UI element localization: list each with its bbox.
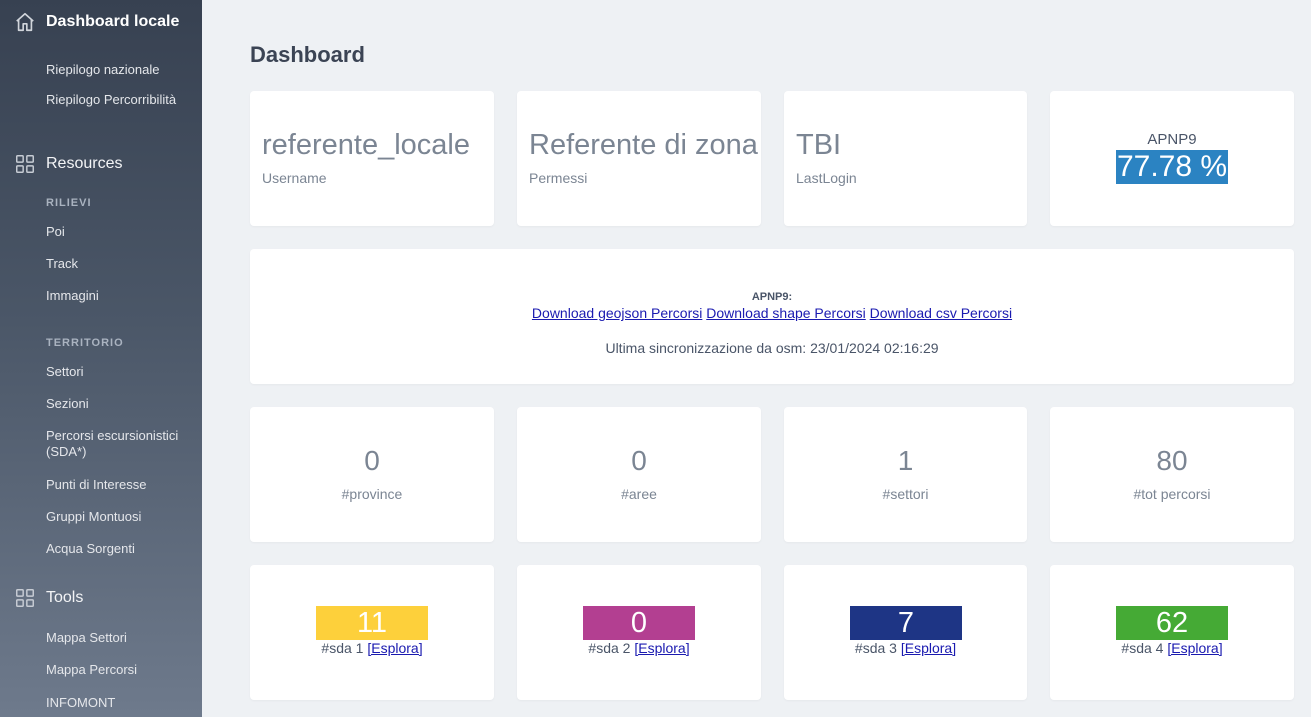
sda-2-esplora-link[interactable]: [Esplora] [634, 640, 689, 656]
nav-resources[interactable]: Resources [0, 150, 202, 178]
nav-tools[interactable]: Tools [0, 584, 202, 612]
permessi-card: Referente di zona Permessi [517, 91, 761, 226]
nav-item-track[interactable]: Track [46, 256, 196, 272]
nav-resources-label: Resources [46, 155, 123, 172]
apnp-percent-badge: 77.78 % [1115, 150, 1229, 184]
nav-item-acqua-sorgenti[interactable]: Acqua Sorgenti [46, 541, 196, 557]
downloads-links: Download geojson Percorsi Download shape… [250, 305, 1294, 321]
sda-card-2: 0 #sda 2 [Esplora] [517, 565, 761, 700]
nav-item-immagini[interactable]: Immagini [46, 288, 196, 304]
nav-item-mappa-settori[interactable]: Mappa Settori [46, 630, 196, 646]
sda-4-esplora-link[interactable]: [Esplora] [1167, 640, 1222, 656]
section-rilievi: RILIEVI [46, 197, 92, 209]
stat-aree-value: 0 [631, 445, 647, 476]
nav-dashboard-locale-label: Dashboard locale [46, 13, 180, 30]
sda-4-label: #sda 4 [1121, 640, 1164, 656]
username-label: Username [262, 170, 327, 186]
sda-3-value: 7 [850, 606, 962, 640]
sda-3-label-row: #sda 3 [Esplora] [784, 640, 1027, 656]
stat-settori-label: #settori [882, 486, 929, 502]
nav-item-mappa-percorsi[interactable]: Mappa Percorsi [46, 662, 196, 678]
sda-1-esplora-link[interactable]: [Esplora] [367, 640, 422, 656]
stat-card-aree: 0 #aree [517, 407, 761, 542]
grid-icon [16, 589, 34, 607]
sda-2-label: #sda 2 [588, 640, 631, 656]
stat-card-province: 0 #province [250, 407, 494, 542]
sda-2-value: 0 [583, 606, 695, 640]
sda-1-label-row: #sda 1 [Esplora] [250, 640, 494, 656]
sidebar: Dashboard locale Riepilogo nazionale Rie… [0, 0, 202, 717]
sda-2-label-row: #sda 2 [Esplora] [517, 640, 761, 656]
home-icon [16, 12, 34, 32]
sda-card-3: 7 #sda 3 [Esplora] [784, 565, 1027, 700]
permessi-label: Permessi [529, 170, 588, 186]
nav-item-punti-di-interesse[interactable]: Punti di Interesse [46, 477, 196, 493]
last-sync-text: Ultima sincronizzazione da osm: 23/01/20… [605, 340, 939, 356]
section-territorio: TERRITORIO [46, 337, 124, 349]
sda-card-1: 11 #sda 1 [Esplora] [250, 565, 494, 700]
download-geojson-link[interactable]: Download geojson Percorsi [532, 305, 702, 321]
nav-tools-label: Tools [46, 589, 84, 606]
download-shape-link[interactable]: Download shape Percorsi [706, 305, 866, 321]
username-value: referente_locale [262, 129, 470, 161]
sda-1-value: 11 [316, 606, 428, 640]
nav-item-poi[interactable]: Poi [46, 224, 196, 240]
stat-province-label: #province [341, 486, 403, 502]
nav-item-settori[interactable]: Settori [46, 364, 196, 380]
nav-item-percorsi-escursionistici[interactable]: Percorsi escursionistici (SDA*) [46, 428, 196, 460]
lastlogin-label: LastLogin [796, 170, 857, 186]
nav-item-infomont[interactable]: INFOMONT [46, 695, 196, 711]
sda-4-value: 62 [1116, 606, 1228, 640]
apnp-title: APNP9 [1147, 131, 1197, 148]
stat-card-settori: 1 #settori [784, 407, 1027, 542]
downloads-heading: APNP9: [751, 291, 793, 303]
lastlogin-value: TBI [796, 129, 842, 161]
stat-settori-value: 1 [897, 445, 914, 476]
sda-card-4: 62 #sda 4 [Esplora] [1050, 565, 1294, 700]
lastlogin-card: TBI LastLogin [784, 91, 1027, 226]
stat-province-value: 0 [364, 445, 380, 476]
nav-item-riepilogo-nazionale[interactable]: Riepilogo nazionale [46, 62, 196, 78]
nav-item-riepilogo-percorribilita[interactable]: Riepilogo Percorribilità [46, 92, 196, 108]
sda-3-label: #sda 3 [854, 640, 897, 656]
nav-item-gruppi-montuosi[interactable]: Gruppi Montuosi [46, 509, 196, 525]
sda-1-label: #sda 1 [321, 640, 364, 656]
downloads-card: APNP9: Download geojson Percorsi Downloa… [250, 249, 1294, 384]
username-card: referente_locale Username [250, 91, 494, 226]
permessi-value: Referente di zona [529, 129, 758, 161]
stat-tot-percorsi-label: #tot percorsi [1133, 486, 1211, 502]
sda-3-esplora-link[interactable]: [Esplora] [901, 640, 956, 656]
nav-dashboard-locale[interactable]: Dashboard locale [0, 8, 202, 36]
download-csv-link[interactable]: Download csv Percorsi [870, 305, 1012, 321]
sda-4-label-row: #sda 4 [Esplora] [1050, 640, 1294, 656]
grid-icon [16, 155, 34, 173]
nav-item-sezioni[interactable]: Sezioni [46, 396, 196, 412]
page-title: Dashboard [250, 42, 365, 67]
stat-card-tot-percorsi: 80 #tot percorsi [1050, 407, 1294, 542]
stat-tot-percorsi-value: 80 [1156, 445, 1188, 476]
apnp-card: APNP9 77.78 % [1050, 91, 1294, 226]
stat-aree-label: #aree [621, 486, 657, 502]
